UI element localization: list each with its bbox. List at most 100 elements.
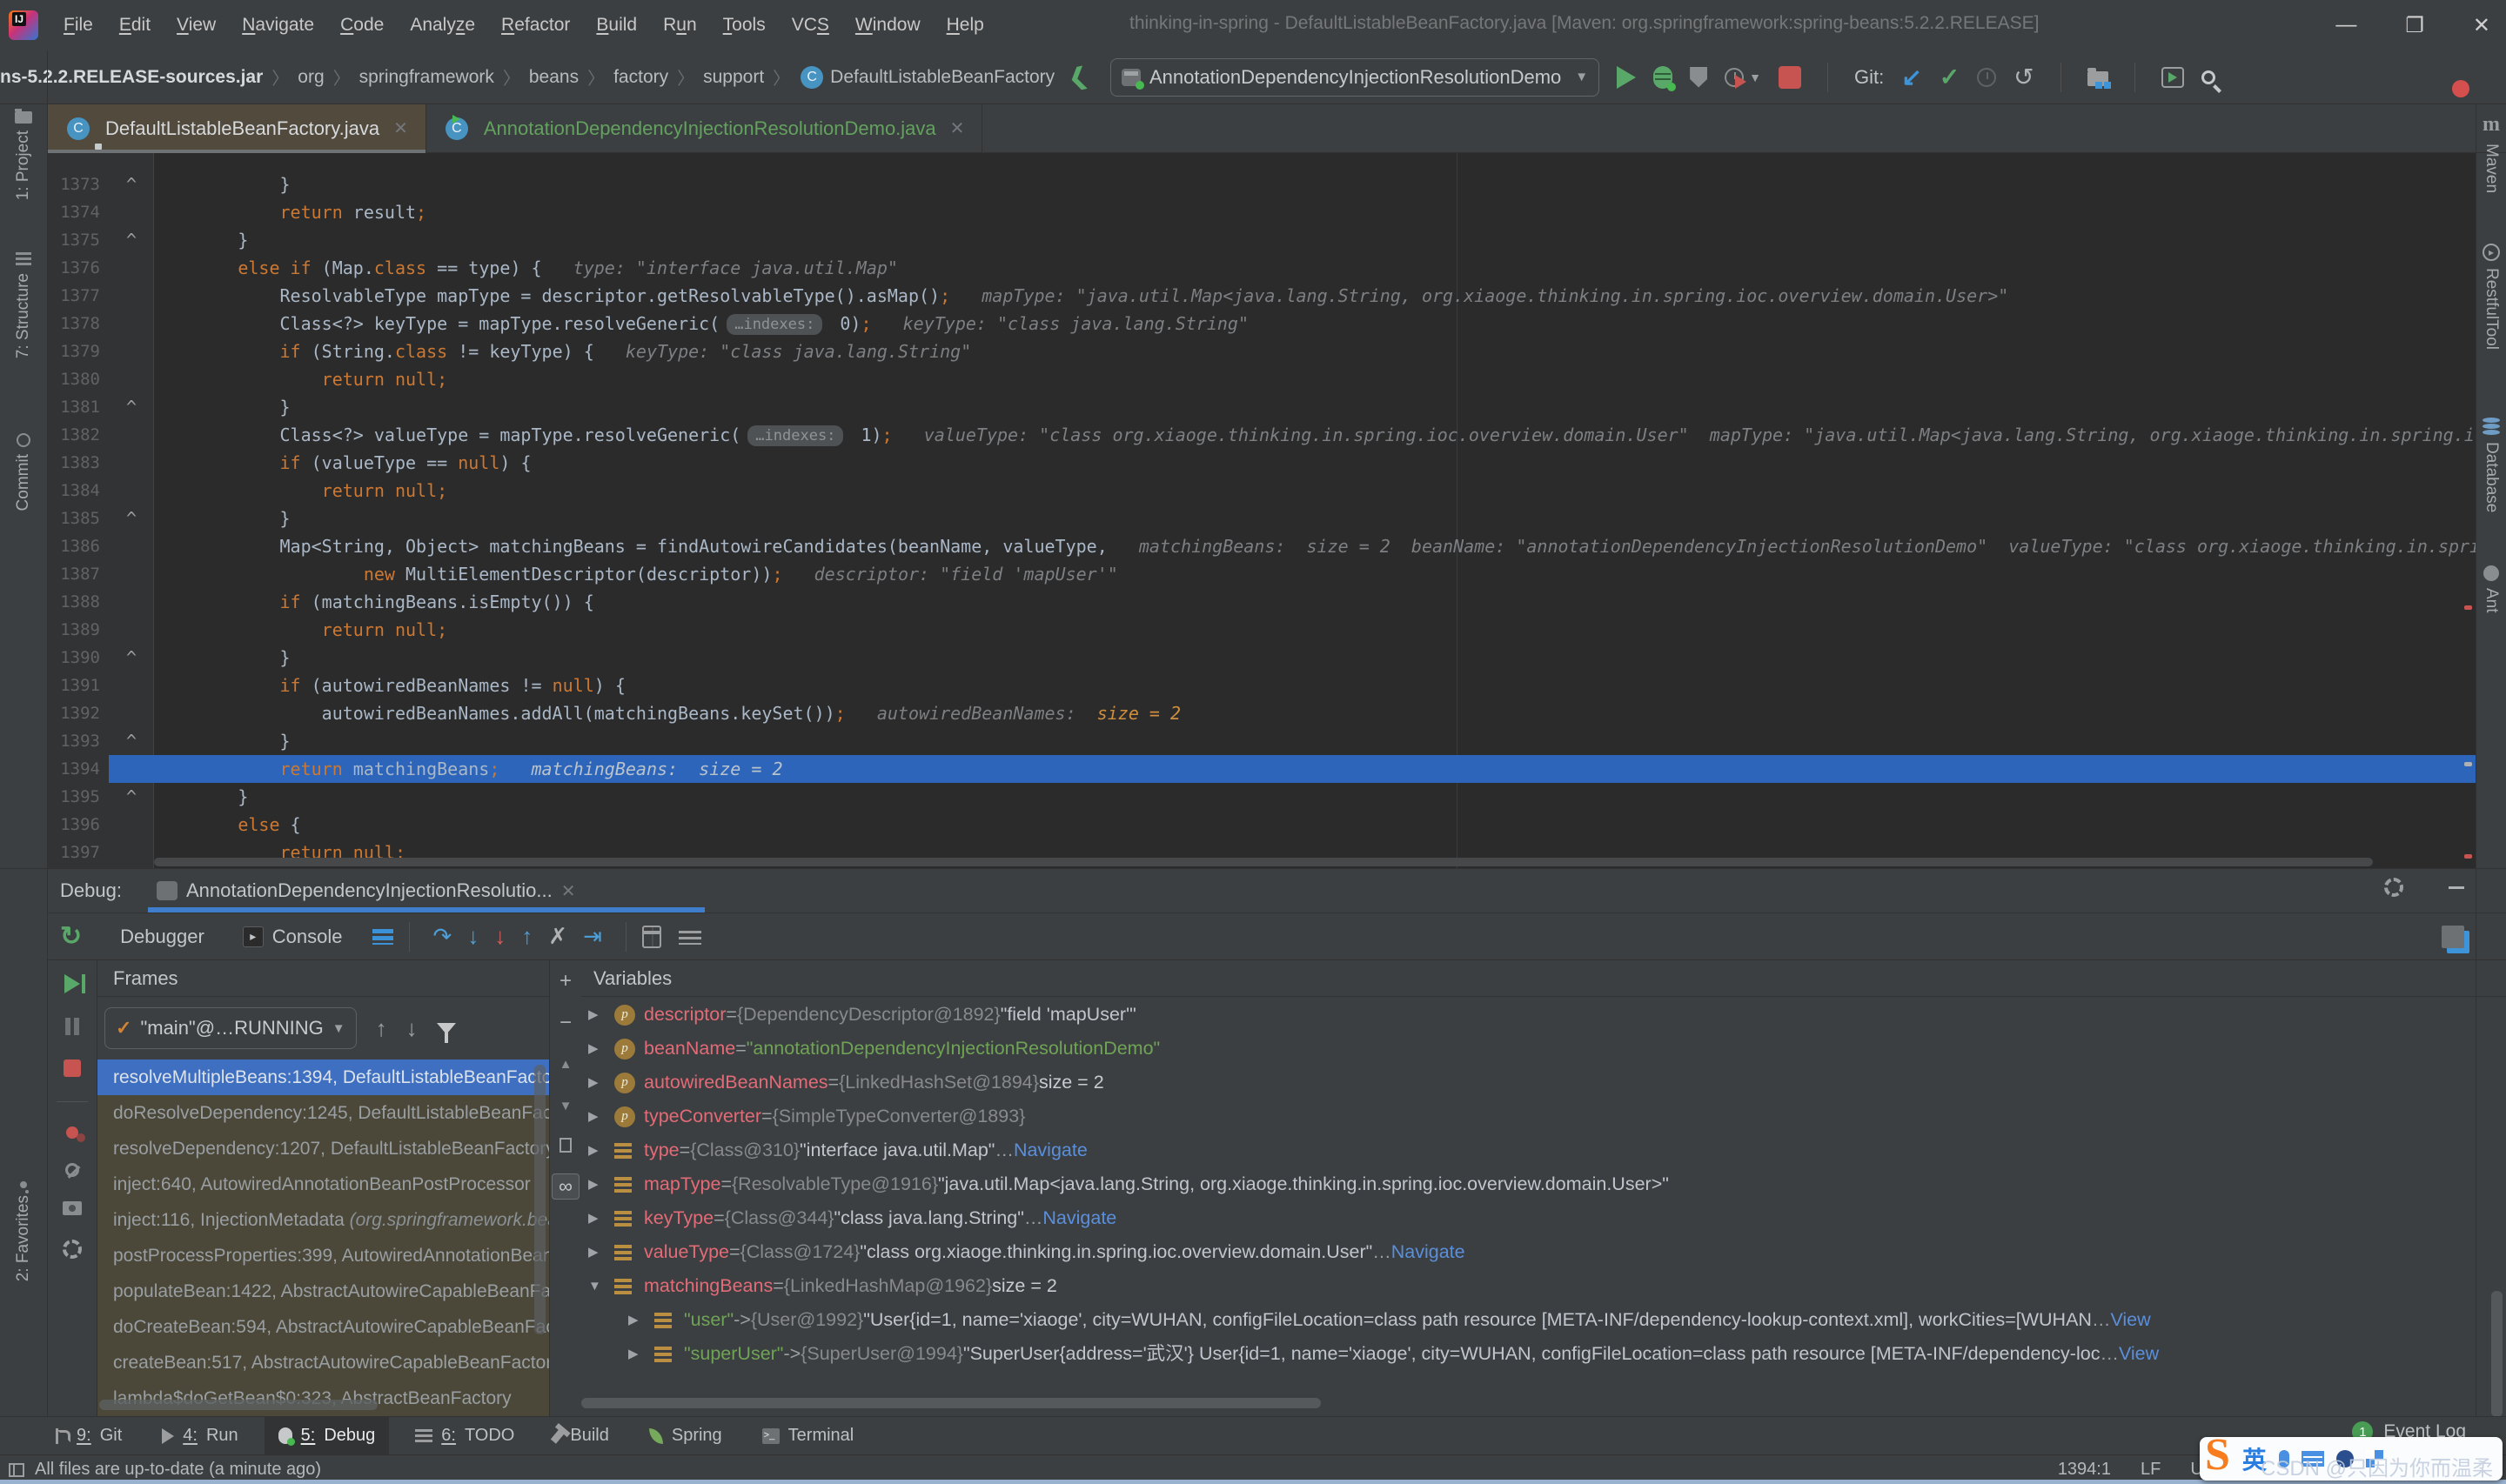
line-number[interactable]: 1397 (48, 839, 109, 866)
git-history-button[interactable] (1977, 67, 1997, 87)
code-line-1393[interactable]: 1393 ^ } (48, 727, 2476, 755)
menu-build[interactable]: Build (583, 15, 650, 35)
line-number[interactable]: 1373 (48, 170, 109, 198)
restore-layout-icon[interactable] (2442, 926, 2464, 948)
inline-link[interactable]: View (2119, 1337, 2159, 1371)
thread-select[interactable]: ✓ "main"@…RUNNING ▼ (104, 1007, 357, 1049)
variable-row[interactable]: ▶ mapType = {ResolvableType@1916} "java.u… (581, 1167, 2506, 1201)
variable-row[interactable]: ▶ p beanName = "annotationDependencyInject… (581, 1032, 2506, 1066)
scroll-from-source-icon[interactable]: ❮ (1066, 62, 1090, 92)
maximize-button[interactable]: ❐ (2405, 13, 2424, 38)
line-number[interactable]: 1389 (48, 616, 109, 644)
minimize-button[interactable]: — (2335, 13, 2356, 37)
line-number[interactable]: 1396 (48, 811, 109, 839)
stack-frame[interactable]: doResolveDependency:1245, DefaultListabl… (97, 1095, 549, 1131)
line-number[interactable]: 1374 (48, 198, 109, 226)
run-config-select[interactable]: AnnotationDependencyInjectionResolutionD… (1109, 57, 1600, 97)
toolwindow-toggle-icon[interactable] (9, 1462, 24, 1477)
code-line-1385[interactable]: 1385 ^ } (48, 505, 2476, 532)
fold-marker[interactable]: ^ (109, 505, 154, 532)
editor-horizontal-scrollbar[interactable] (154, 858, 2373, 866)
code-line-1395[interactable]: 1395 ^ } (48, 783, 2476, 811)
code-line-1381[interactable]: 1381 ^ } (48, 393, 2476, 421)
frames-horizontal-scrollbar[interactable] (99, 1400, 378, 1410)
caret-position[interactable]: 1394:1 (2058, 1460, 2111, 1480)
debugger-settings-button[interactable] (678, 928, 701, 945)
stack-frame[interactable]: lambda$doGetBean$0:323, AbstractBeanFact… (97, 1380, 549, 1416)
close-icon[interactable]: ✕ (393, 117, 408, 139)
toolwindow-button-run[interactable]: 4: Run (148, 1417, 251, 1454)
error-stripe-mark[interactable] (2464, 605, 2472, 610)
debug-settings-gear-icon[interactable] (63, 1240, 82, 1259)
stop-button[interactable] (1778, 65, 1801, 89)
code-line-1378[interactable]: 1378 Class<?> keyType = mapType.resolveG… (48, 310, 2476, 338)
code-line-1396[interactable]: 1396 else { (48, 811, 2476, 839)
breadcrumb-item[interactable]: springframework (359, 67, 494, 88)
previous-frame-button[interactable]: ↑ (376, 1015, 387, 1042)
expand-arrow-icon[interactable]: ▼ (588, 1269, 614, 1303)
show-watches-toggle[interactable]: ∞ (552, 1173, 580, 1200)
code-line-1375[interactable]: 1375 ^ } (48, 226, 2476, 254)
code-line-1384[interactable]: 1384 return null; (48, 477, 2476, 505)
toolwindow-button-spring[interactable]: Spring (635, 1417, 736, 1454)
code-line-1373[interactable]: 1373 ^ } (48, 170, 2476, 198)
expand-arrow-icon[interactable]: ▶ (628, 1337, 654, 1371)
stack-frame[interactable]: postProcessProperties:399, AutowiredAnno… (97, 1238, 549, 1273)
debug-session-tab[interactable]: AnnotationDependencyInjectionResolutio..… (147, 869, 705, 912)
duplicate-watch-icon[interactable] (559, 1138, 572, 1153)
menu-view[interactable]: View (164, 15, 229, 35)
toolwindow-button-todo[interactable]: 6: TODO (401, 1417, 528, 1454)
move-watch-down-button[interactable]: ▼ (559, 1096, 573, 1117)
line-number[interactable]: 1378 (48, 310, 109, 338)
frames-scrollbar[interactable] (534, 1065, 546, 1334)
stack-frame[interactable]: createBean:517, AbstractAutowireCapableB… (97, 1345, 549, 1380)
close-icon[interactable]: ✕ (950, 117, 965, 139)
debug-button[interactable] (1653, 65, 1677, 91)
code-line-1382[interactable]: 1382 Class<?> valueType = mapType.resolv… (48, 421, 2476, 449)
pause-button[interactable] (65, 1018, 79, 1035)
variable-row[interactable]: ▶ "superUser" -> {SuperUser@1994} "SuperU… (581, 1337, 2506, 1371)
evaluate-expression-button[interactable] (641, 925, 661, 948)
line-number[interactable]: 1385 (48, 505, 109, 532)
line-number[interactable]: 1388 (48, 588, 109, 616)
run-button[interactable] (1617, 65, 1637, 89)
fold-marker[interactable]: ^ (109, 783, 154, 811)
code-line-1376[interactable]: 1376 else if (Map.class == type) { type:… (48, 254, 2476, 282)
error-stripe-mark[interactable] (2464, 854, 2472, 859)
menu-edit[interactable]: Edit (106, 15, 164, 35)
tab-annotationdemo[interactable]: C AnnotationDependencyInjectionResolutio… (426, 104, 983, 152)
expand-arrow-icon[interactable]: ▶ (588, 1201, 614, 1235)
git-rollback-button[interactable]: ↺ (2014, 63, 2034, 91)
step-into-button[interactable]: ↓ (467, 923, 479, 950)
project-structure-button[interactable] (2087, 68, 2111, 89)
close-icon[interactable]: ✕ (561, 880, 576, 902)
code-line-1377[interactable]: 1377 ResolvableType mapType = descriptor… (48, 282, 2476, 310)
variable-row[interactable]: ▶ type = {Class@310} "interface java.util… (581, 1133, 2506, 1167)
code-line-1387[interactable]: 1387 new MultiElementDescriptor(descript… (48, 560, 2476, 588)
line-number[interactable]: 1382 (48, 421, 109, 449)
view-breakpoints-button[interactable] (66, 1126, 78, 1139)
toolwindow-button-build[interactable]: Build (540, 1417, 622, 1454)
tab-defaultlistablebeanfactory[interactable]: C DefaultListableBeanFactory.java ✕ (48, 104, 426, 153)
stack-frame[interactable]: populateBean:1422, AbstractAutowireCapab… (97, 1273, 549, 1309)
line-number[interactable]: 1390 (48, 644, 109, 672)
stop-process-button[interactable] (64, 1060, 81, 1077)
caret-stripe-mark[interactable] (2464, 762, 2472, 766)
sogou-logo-icon[interactable]: S (2205, 1433, 2230, 1478)
hide-panel-icon[interactable] (2449, 886, 2464, 889)
code-line-1392[interactable]: 1392 autowiredBeanNames.addAll(matchingB… (48, 699, 2476, 727)
profiler-button[interactable] (1725, 67, 1747, 89)
mute-breakpoints-button[interactable] (65, 1163, 79, 1177)
line-number[interactable]: 1392 (48, 699, 109, 727)
code-line-1394[interactable]: 1394 return matchingBeans; matchingBeans… (48, 755, 2476, 783)
sidebar-item-structure[interactable]: 7: Structure (0, 252, 47, 358)
resume-button[interactable] (64, 974, 85, 993)
line-number[interactable]: 1379 (48, 338, 109, 365)
expand-arrow-icon[interactable]: ▶ (588, 1032, 614, 1066)
stack-frame[interactable]: inject:116, InjectionMetadata (org.sprin… (97, 1202, 549, 1238)
inline-link[interactable]: Navigate (1391, 1235, 1465, 1269)
variable-row[interactable]: ▶ keyType = {Class@344} "class java.lang.… (581, 1201, 2506, 1235)
line-number[interactable]: 1393 (48, 727, 109, 755)
add-watch-button[interactable]: + (559, 971, 572, 992)
rerun-debug-button[interactable]: ↻ (60, 921, 82, 952)
